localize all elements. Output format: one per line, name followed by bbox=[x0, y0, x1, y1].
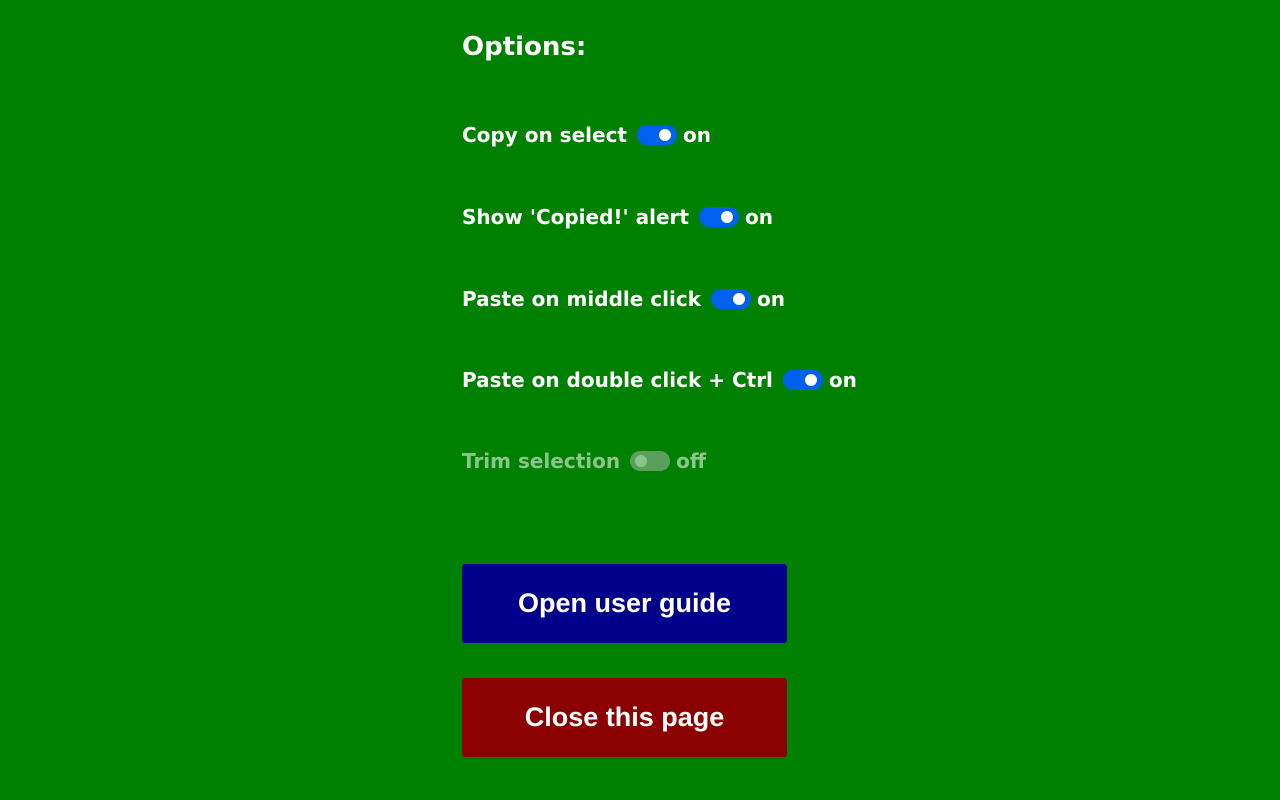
option-state: on bbox=[682, 123, 711, 147]
toggle-knob bbox=[635, 455, 648, 467]
copy-on-select-toggle[interactable] bbox=[636, 125, 677, 145]
show-copied-alert-toggle[interactable] bbox=[698, 207, 739, 227]
toggle-knob bbox=[804, 374, 817, 386]
toggle-knob bbox=[658, 129, 671, 141]
close-page-button[interactable]: Close this page bbox=[462, 678, 787, 757]
option-label: Copy on select bbox=[462, 123, 627, 147]
option-state: on bbox=[828, 368, 857, 392]
option-state: off bbox=[676, 449, 707, 473]
option-paste-double-click-ctrl: Paste on double click + Ctrl on bbox=[462, 368, 857, 392]
option-state: on bbox=[756, 287, 785, 311]
option-label: Trim selection bbox=[462, 449, 621, 473]
option-paste-middle-click: Paste on middle click on bbox=[462, 287, 785, 311]
open-user-guide-button[interactable]: Open user guide bbox=[462, 564, 787, 643]
paste-double-click-ctrl-toggle[interactable] bbox=[782, 370, 823, 390]
options-heading: Options: bbox=[462, 32, 587, 62]
option-state: on bbox=[744, 205, 773, 229]
option-label: Paste on double click + Ctrl bbox=[462, 368, 773, 392]
trim-selection-toggle[interactable] bbox=[630, 451, 671, 471]
option-show-copied-alert: Show 'Copied!' alert on bbox=[462, 205, 773, 229]
paste-middle-click-toggle[interactable] bbox=[710, 289, 751, 309]
option-label: Paste on middle click bbox=[462, 287, 701, 311]
option-copy-on-select: Copy on select on bbox=[462, 123, 711, 147]
toggle-knob bbox=[732, 293, 745, 305]
toggle-knob bbox=[720, 211, 733, 223]
option-label: Show 'Copied!' alert bbox=[462, 205, 689, 229]
option-trim-selection: Trim selection off bbox=[462, 449, 706, 473]
